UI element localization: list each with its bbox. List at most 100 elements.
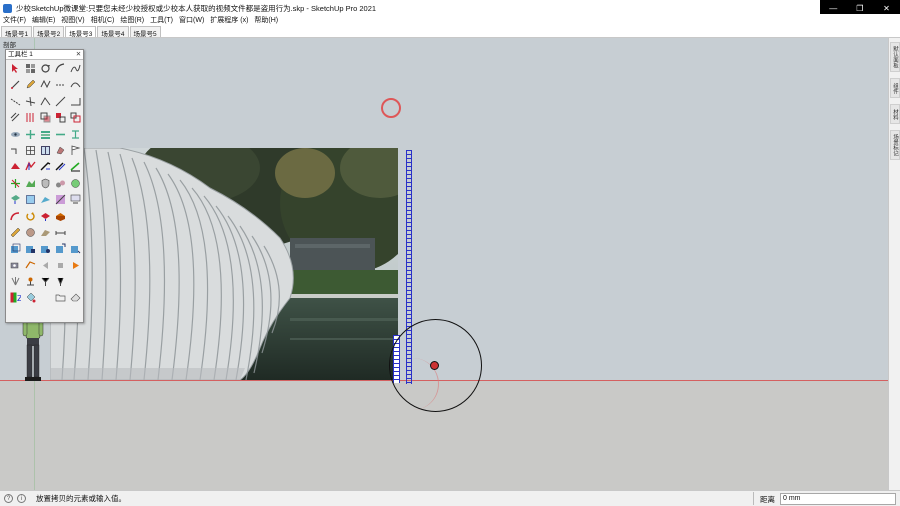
fan-icon[interactable] (8, 274, 22, 289)
eraser-icon[interactable] (68, 290, 82, 305)
step-icon[interactable] (8, 143, 22, 158)
scale-icon[interactable] (8, 241, 22, 256)
section-fill-icon[interactable] (38, 192, 52, 207)
terrain-icon[interactable] (23, 176, 37, 191)
parallel-lines-icon[interactable] (23, 110, 37, 125)
folder-icon[interactable] (53, 290, 67, 305)
blank-tool-icon-2[interactable] (68, 225, 82, 240)
slant-line-icon[interactable] (53, 94, 67, 109)
flat-line-icon[interactable] (53, 127, 67, 142)
sphere-icon[interactable] (68, 176, 82, 191)
protractor-icon[interactable] (38, 225, 52, 240)
section-cut-icon[interactable] (23, 192, 37, 207)
info-icon[interactable]: ? (4, 494, 13, 503)
play-icon[interactable] (68, 258, 82, 273)
tray-tab-tags[interactable]: 场景标记 (890, 130, 900, 160)
eye-icon[interactable] (8, 127, 22, 142)
orbit-icon[interactable] (38, 61, 52, 76)
paint-bucket-icon[interactable] (23, 290, 37, 305)
scene-tab-1[interactable]: 场景号1 (1, 26, 33, 38)
drape-icon[interactable] (23, 159, 37, 174)
blank-tool-icon[interactable] (68, 209, 82, 224)
scene-tab-2[interactable]: 场景号2 (33, 26, 65, 38)
angle-line-icon[interactable] (68, 94, 82, 109)
walk-icon[interactable] (23, 258, 37, 273)
cross-line-icon[interactable] (23, 94, 37, 109)
blend-icon[interactable] (53, 192, 67, 207)
move-icon[interactable] (23, 127, 37, 142)
blank-tool-icon-4[interactable] (38, 290, 52, 305)
make-component-icon[interactable] (23, 61, 37, 76)
extrude-icon[interactable] (53, 209, 67, 224)
monitor-icon[interactable] (68, 192, 82, 207)
tray-tab-default[interactable]: 默认面板 (890, 42, 900, 72)
scale-uniform-icon[interactable] (38, 241, 52, 256)
tape-measure-icon[interactable] (23, 225, 37, 240)
tray-tab-components[interactable]: 组件 (890, 78, 900, 98)
scale-extra-icon[interactable] (68, 241, 82, 256)
pencil-icon[interactable] (23, 77, 37, 92)
line-icon[interactable] (8, 77, 22, 92)
array-icon[interactable] (53, 110, 67, 125)
menu-camera[interactable]: 相机(C) (88, 15, 118, 25)
corner-line-icon[interactable] (38, 94, 52, 109)
toolbar-close-icon[interactable]: ✕ (74, 50, 83, 59)
measurement-input[interactable]: 0 mm (780, 493, 896, 505)
menu-help[interactable]: 帮助(H) (251, 15, 281, 25)
scene-tab-5[interactable]: 场景号5 (129, 26, 161, 38)
scale-copy-icon[interactable] (23, 241, 37, 256)
rotate-icon[interactable] (23, 209, 37, 224)
ruler-icon[interactable] (8, 225, 22, 240)
menu-window[interactable]: 窗口(W) (176, 15, 207, 25)
floating-toolbar[interactable]: 工具栏 1 ✕ Z (5, 49, 84, 323)
polyline-icon[interactable] (38, 77, 52, 92)
imported-photo-image[interactable] (50, 148, 398, 380)
menu-edit[interactable]: 编辑(E) (29, 15, 58, 25)
flip-edge-icon[interactable] (68, 159, 82, 174)
scene-tab-3[interactable]: 场景号3 (65, 26, 97, 38)
axes-icon[interactable] (8, 176, 22, 191)
menu-tools[interactable]: 工具(T) (147, 15, 176, 25)
paint-icon[interactable] (53, 143, 67, 158)
duplicate-icon[interactable] (68, 110, 82, 125)
menu-file[interactable]: 文件(F) (0, 15, 29, 25)
menu-extensions[interactable]: 扩展程序 (x) (207, 15, 251, 25)
help-icon[interactable]: i (17, 494, 26, 503)
stop-icon[interactable] (53, 258, 67, 273)
flag-icon[interactable] (68, 143, 82, 158)
previous-icon[interactable] (38, 258, 52, 273)
blank-tool-icon-3[interactable] (68, 274, 82, 289)
stack-icon[interactable] (38, 127, 52, 142)
copy-icon[interactable] (38, 110, 52, 125)
grid-icon[interactable] (23, 143, 37, 158)
smoove-icon[interactable] (53, 159, 67, 174)
scene-tab-4[interactable]: 场景号4 (97, 26, 129, 38)
follow-me-icon[interactable] (8, 209, 22, 224)
section-plane-icon[interactable] (8, 192, 22, 207)
modeling-viewport[interactable]: 剖部 (0, 38, 888, 490)
camera-icon[interactable] (8, 258, 22, 273)
tray-tab-materials[interactable]: 材料 (890, 104, 900, 124)
text-3d-icon[interactable]: Z (8, 290, 22, 305)
stamp-icon[interactable] (38, 159, 52, 174)
freehand-icon[interactable] (68, 61, 82, 76)
scale-axis-icon[interactable] (53, 241, 67, 256)
window-icon[interactable] (38, 143, 52, 158)
group-objects-icon[interactable] (53, 176, 67, 191)
push-pull-icon[interactable] (38, 209, 52, 224)
toolbar-title-bar[interactable]: 工具栏 1 ✕ (6, 50, 83, 60)
arc-icon[interactable] (53, 61, 67, 76)
dashed-line-icon[interactable] (53, 77, 67, 92)
offset-line-icon[interactable] (8, 110, 22, 125)
shield-icon[interactable] (38, 176, 52, 191)
curve-icon[interactable] (68, 77, 82, 92)
menu-view[interactable]: 视图(V) (58, 15, 87, 25)
diagonal-dash-icon[interactable] (8, 94, 22, 109)
menu-draw[interactable]: 绘图(R) (117, 15, 147, 25)
position-camera-icon[interactable] (23, 274, 37, 289)
beam-icon[interactable] (68, 127, 82, 142)
select-icon[interactable] (8, 61, 22, 76)
look-around-icon[interactable] (38, 274, 52, 289)
dimension-icon[interactable] (53, 225, 67, 240)
solar-north-icon[interactable] (53, 274, 67, 289)
